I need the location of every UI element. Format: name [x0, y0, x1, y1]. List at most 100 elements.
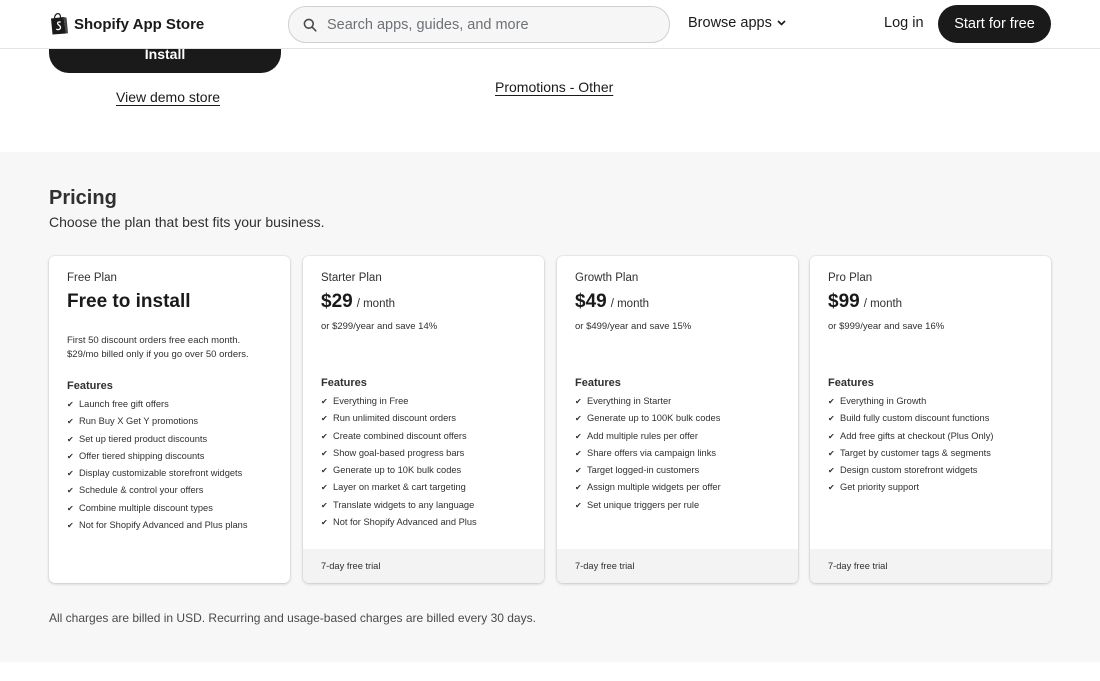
checkmark-icon: ✔	[575, 466, 582, 476]
checkmark-icon: ✔	[828, 414, 835, 424]
checkmark-icon: ✔	[67, 451, 74, 461]
plan-price-unit: / month	[610, 298, 650, 310]
category-link[interactable]: Promotions - Other	[495, 79, 613, 95]
billing-footnote: All charges are billed in USD. Recurring…	[49, 611, 536, 625]
checkmark-icon: ✔	[321, 448, 328, 458]
features-heading: Features	[321, 377, 367, 389]
checkmark-icon: ✔	[67, 434, 74, 444]
plan-card-pro: Pro Plan $99 / month or $999/year and sa…	[810, 256, 1051, 583]
search-icon	[303, 18, 317, 32]
checkmark-icon: ✔	[67, 486, 74, 496]
feature-item: ✔ Everything in Starter	[575, 393, 780, 410]
start-for-free-button[interactable]: Start for free	[938, 5, 1051, 43]
feature-item: ✔ Design custom storefront widgets	[828, 462, 1033, 479]
view-demo-store-link[interactable]: View demo store	[116, 89, 220, 105]
feature-item: ✔ Share offers via campaign links	[575, 445, 780, 462]
plan-name: Growth Plan	[575, 272, 639, 284]
feature-item: ✔ Display customizable storefront widgets	[67, 465, 272, 482]
checkmark-icon: ✔	[321, 431, 328, 441]
shopify-app-store-logo[interactable]: Shopify App Store	[49, 13, 204, 35]
checkmark-icon: ✔	[67, 469, 74, 479]
checkmark-icon: ✔	[575, 448, 582, 458]
free-trial-label: 7-day free trial	[303, 549, 544, 583]
checkmark-icon: ✔	[575, 483, 582, 493]
feature-item: ✔ Run Buy X Get Y promotions	[67, 413, 272, 430]
plan-price: $29	[321, 291, 353, 312]
plan-description: First 50 discount orders free each month…	[67, 335, 249, 360]
pricing-title: Pricing	[49, 187, 117, 209]
feature-item: ✔ Get priority support	[828, 479, 1033, 496]
checkmark-icon: ✔	[67, 400, 74, 409]
feature-item: ✔ Set up tiered product discounts	[67, 431, 272, 448]
features-list: ✔ Everything in Growth ✔ Build fully custo…	[828, 393, 1033, 497]
free-trial-label: 7-day free trial	[557, 549, 798, 583]
feature-item: ✔ Generate up to 10K bulk codes	[321, 462, 526, 479]
checkmark-icon: ✔	[575, 397, 582, 406]
feature-item: ✔ Not for Shopify Advanced and Plus plans	[67, 517, 272, 534]
feature-item: ✔ Layer on market & cart targeting	[321, 479, 526, 496]
features-list: ✔ Launch free gift offers ✔ Run Buy X Get …	[67, 396, 272, 534]
checkmark-icon: ✔	[67, 417, 74, 427]
feature-item: ✔ Build fully custom discount functions	[828, 410, 1033, 427]
feature-item: ✔ Add multiple rules per offer	[575, 428, 780, 445]
checkmark-icon: ✔	[321, 397, 328, 406]
free-trial-label: 7-day free trial	[810, 549, 1051, 583]
checkmark-icon: ✔	[575, 431, 582, 441]
feature-item: ✔ Combine multiple discount types	[67, 500, 272, 517]
browse-apps-label: Browse apps	[688, 15, 772, 31]
pricing-subtitle: Choose the plan that best fits your busi…	[49, 214, 325, 230]
checkmark-icon: ✔	[828, 466, 835, 476]
checkmark-icon: ✔	[321, 500, 328, 510]
browse-apps-menu[interactable]: Browse apps	[688, 15, 786, 31]
plan-price-unit: / month	[863, 298, 903, 310]
checkmark-icon: ✔	[67, 503, 74, 513]
plan-yearly-price: or $299/year and save 14%	[321, 321, 438, 332]
checkmark-icon: ✔	[828, 431, 835, 441]
feature-item: ✔ Target by customer tags & segments	[828, 445, 1033, 462]
feature-item: ✔ Create combined discount offers	[321, 428, 526, 445]
checkmark-icon: ✔	[321, 483, 328, 493]
plan-name: Free Plan	[67, 272, 117, 284]
checkmark-icon: ✔	[575, 500, 582, 510]
feature-item: ✔ Set unique triggers per rule	[575, 497, 780, 514]
log-in-link[interactable]: Log in	[884, 15, 924, 31]
checkmark-icon: ✔	[321, 466, 328, 476]
search-input[interactable]	[327, 16, 647, 33]
checkmark-icon: ✔	[321, 518, 328, 528]
features-heading: Features	[828, 377, 874, 389]
checkmark-icon: ✔	[828, 483, 835, 493]
plan-name: Starter Plan	[321, 272, 382, 284]
chevron-down-icon	[777, 20, 786, 26]
feature-item: ✔ Target logged-in customers	[575, 462, 780, 479]
plan-card-growth: Growth Plan $49 / month or $499/year and…	[557, 256, 798, 583]
plan-price-unit: / month	[356, 298, 396, 310]
features-list: ✔ Everything in Free ✔ Run unlimited disco…	[321, 393, 526, 531]
feature-item: ✔ Add free gifts at checkout (Plus Only)	[828, 428, 1033, 445]
search-bar[interactable]	[288, 6, 670, 43]
feature-item: ✔ Everything in Free	[321, 393, 526, 410]
plan-yearly-price: or $999/year and save 16%	[828, 321, 945, 332]
feature-item: ✔ Generate up to 100K bulk codes	[575, 410, 780, 427]
pricing-section: Pricing Choose the plan that best fits y…	[0, 152, 1100, 662]
feature-item: ✔ Offer tiered shipping discounts	[67, 448, 272, 465]
feature-item: ✔ Schedule & control your offers	[67, 482, 272, 499]
brand-name: Shopify App Store	[74, 15, 205, 33]
features-list: ✔ Everything in Starter ✔ Generate up to 1…	[575, 393, 780, 514]
plan-yearly-price: or $499/year and save 15%	[575, 321, 692, 332]
feature-item: ✔ Not for Shopify Advanced and Plus	[321, 514, 526, 531]
shopify-bag-icon	[51, 13, 68, 35]
plan-price: $99	[828, 291, 860, 312]
feature-item: ✔ Translate widgets to any language	[321, 497, 526, 514]
plan-headline: Free to install	[67, 291, 191, 312]
plan-price-row: $29 / month	[321, 291, 526, 313]
checkmark-icon: ✔	[828, 448, 835, 458]
plan-card-starter: Starter Plan $29 / month or $299/year an…	[303, 256, 544, 583]
checkmark-icon: ✔	[321, 414, 328, 424]
plan-card-free: Free Plan Free to install First 50 disco…	[49, 256, 290, 583]
feature-item: ✔ Show goal-based progress bars	[321, 445, 526, 462]
feature-item: ✔ Assign multiple widgets per offer	[575, 479, 780, 496]
plan-name: Pro Plan	[828, 272, 873, 284]
features-heading: Features	[575, 377, 621, 389]
checkmark-icon: ✔	[828, 397, 835, 406]
feature-item: ✔ Everything in Growth	[828, 393, 1033, 410]
